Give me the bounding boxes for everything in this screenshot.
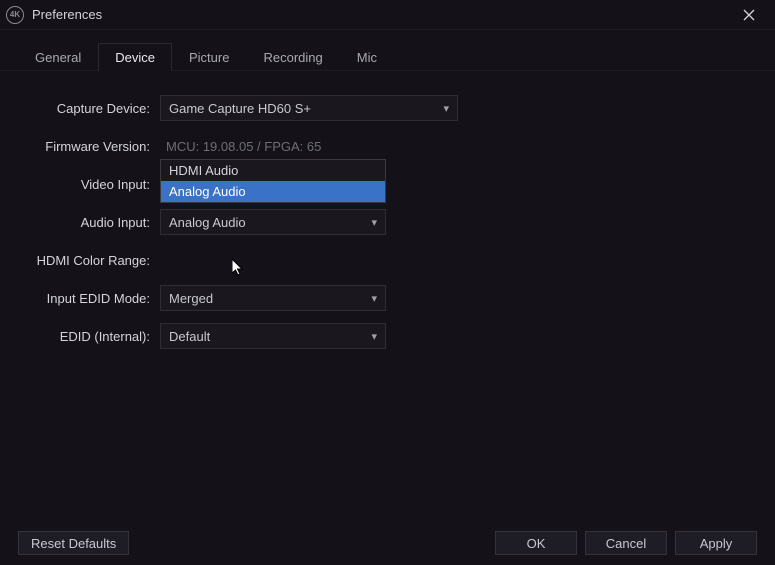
- label-audio-input: Audio Input:: [30, 215, 160, 230]
- app-icon: 4K: [6, 6, 24, 24]
- titlebar: 4K Preferences: [0, 0, 775, 30]
- label-hdmi-color-range: HDMI Color Range:: [30, 253, 160, 268]
- chevron-down-icon: ▾: [371, 216, 377, 229]
- row-video-input: Video Input: No Signal: [30, 171, 745, 197]
- edid-internal-value: Default: [169, 329, 210, 344]
- input-edid-mode-select[interactable]: Merged ▾: [160, 285, 386, 311]
- row-hdmi-color-range: HDMI Color Range:: [30, 247, 745, 273]
- chevron-down-icon: ▾: [443, 102, 449, 115]
- row-audio-input: Audio Input: Analog Audio ▾: [30, 209, 745, 235]
- tab-picture[interactable]: Picture: [172, 43, 246, 71]
- chevron-down-icon: ▾: [371, 292, 377, 305]
- audio-input-option-analog[interactable]: Analog Audio: [161, 181, 385, 202]
- label-edid-internal: EDID (Internal):: [30, 329, 160, 344]
- label-input-edid-mode: Input EDID Mode:: [30, 291, 160, 306]
- capture-device-value: Game Capture HD60 S+: [169, 101, 311, 116]
- tab-general[interactable]: General: [18, 43, 98, 71]
- audio-input-option-hdmi[interactable]: HDMI Audio: [161, 160, 385, 181]
- tab-device[interactable]: Device: [98, 43, 172, 71]
- firmware-version-value: MCU: 19.08.05 / FPGA: 65: [160, 139, 321, 154]
- label-capture-device: Capture Device:: [30, 101, 160, 116]
- label-firmware-version: Firmware Version:: [30, 139, 160, 154]
- cancel-button[interactable]: Cancel: [585, 531, 667, 555]
- close-icon: [743, 9, 755, 21]
- tab-recording[interactable]: Recording: [246, 43, 339, 71]
- row-input-edid-mode: Input EDID Mode: Merged ▾: [30, 285, 745, 311]
- content-panel: Capture Device: Game Capture HD60 S+ ▾ F…: [0, 71, 775, 385]
- audio-input-dropdown[interactable]: HDMI Audio Analog Audio: [160, 159, 386, 203]
- row-firmware-version: Firmware Version: MCU: 19.08.05 / FPGA: …: [30, 133, 745, 159]
- capture-device-select[interactable]: Game Capture HD60 S+ ▾: [160, 95, 458, 121]
- row-edid-internal: EDID (Internal): Default ▾: [30, 323, 745, 349]
- window-title: Preferences: [32, 7, 102, 22]
- tab-bar: General Device Picture Recording Mic: [0, 30, 775, 71]
- tab-mic[interactable]: Mic: [340, 43, 394, 71]
- input-edid-mode-value: Merged: [169, 291, 213, 306]
- reset-defaults-button[interactable]: Reset Defaults: [18, 531, 129, 555]
- audio-input-select[interactable]: Analog Audio ▾: [160, 209, 386, 235]
- chevron-down-icon: ▾: [371, 330, 377, 343]
- edid-internal-select[interactable]: Default ▾: [160, 323, 386, 349]
- ok-button[interactable]: OK: [495, 531, 577, 555]
- close-button[interactable]: [731, 1, 767, 29]
- audio-input-value: Analog Audio: [169, 215, 246, 230]
- label-video-input: Video Input:: [30, 177, 160, 192]
- apply-button[interactable]: Apply: [675, 531, 757, 555]
- row-capture-device: Capture Device: Game Capture HD60 S+ ▾: [30, 95, 745, 121]
- footer: Reset Defaults OK Cancel Apply: [18, 531, 757, 555]
